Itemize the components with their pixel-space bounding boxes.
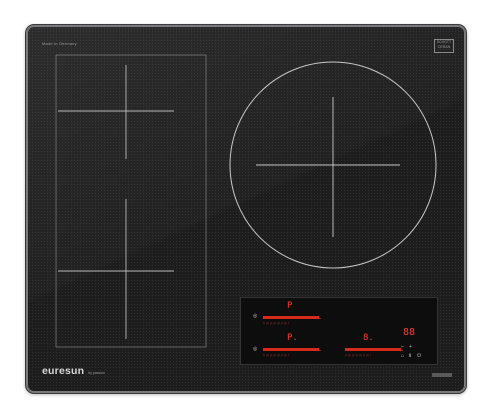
front-left-power-display: P.: [287, 333, 298, 343]
lock-icon[interactable]: ⌂: [401, 353, 404, 359]
pause-icon[interactable]: Ⅱ: [409, 353, 411, 359]
power-icon[interactable]: ⏻: [417, 353, 421, 359]
timer-display: 88: [403, 327, 416, 338]
model-plate: [432, 373, 452, 377]
timer-minus-icon[interactable]: −: [401, 344, 404, 350]
front-right-power-slider[interactable]: [345, 348, 401, 351]
rear-left-power-slider[interactable]: [263, 316, 319, 319]
timer-plus-icon[interactable]: +: [409, 344, 412, 350]
front-left-scale: |||||||||||||||||||: [263, 353, 290, 357]
brand-logo: euresun by passion: [42, 365, 105, 377]
touch-control-panel: P ◎ ||||||||||||||||||| P. ◎ |||||||||||…: [240, 297, 438, 365]
brand-name: euresun: [42, 365, 85, 377]
induction-cooktop: Made in Germany SCHOTT CERAN euresun by …: [28, 27, 464, 391]
flex-zone-outline: [55, 54, 207, 348]
front-left-power-slider[interactable]: [263, 348, 319, 351]
rear-left-power-display: P: [287, 301, 293, 311]
brand-tagline: by passion: [88, 371, 105, 375]
front-right-power-display: 8.: [363, 333, 374, 343]
front-right-scale: |||||||||||||||||||: [345, 353, 372, 357]
zone-select-icon-2[interactable]: ◎: [253, 346, 257, 352]
zone-select-icon[interactable]: ◎: [253, 313, 257, 319]
rear-left-scale: |||||||||||||||||||: [263, 321, 290, 325]
